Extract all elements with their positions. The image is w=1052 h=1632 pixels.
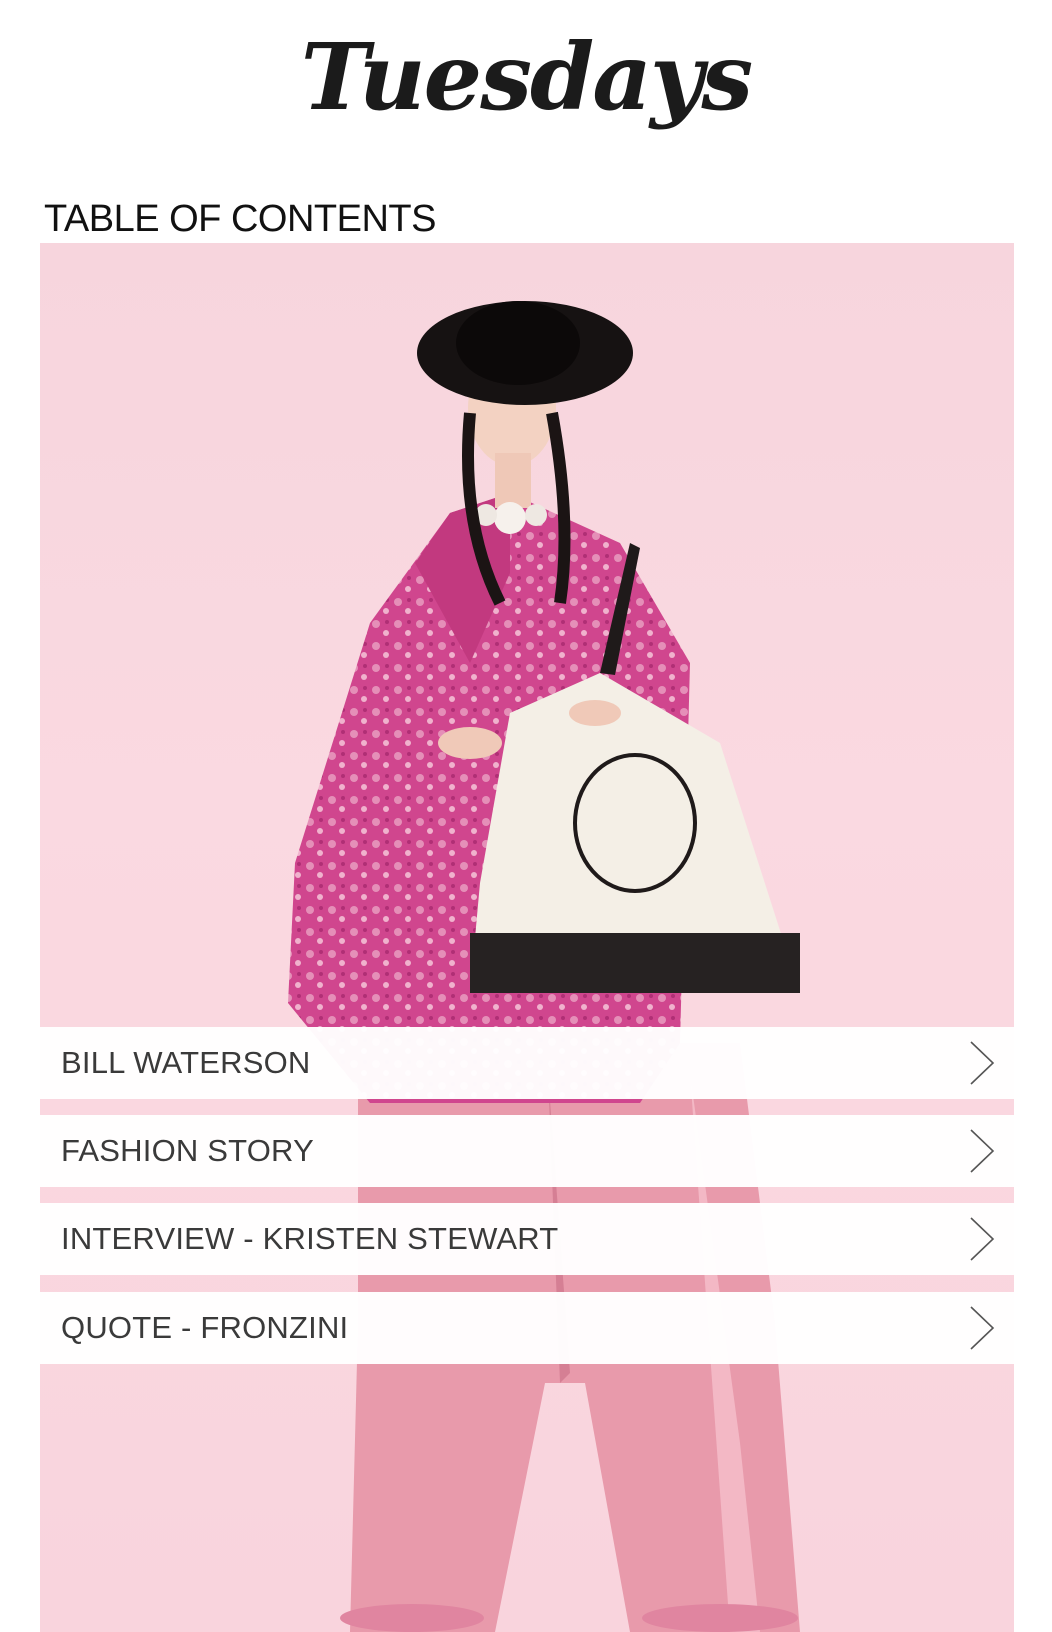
toc-heading: TABLE OF CONTENTS (44, 198, 436, 240)
toc-item-quote-fronzini[interactable]: QUOTE - FRONZINI (40, 1292, 1014, 1364)
toc-item-label: FASHION STORY (61, 1133, 314, 1168)
tuesdays-logo: Tuesdays (300, 23, 753, 131)
toc-item-fashion-story[interactable]: FASHION STORY (40, 1115, 1014, 1187)
chevron-right-icon (970, 1129, 995, 1173)
chevron-right-icon (970, 1041, 995, 1085)
toc-item-label: QUOTE - FRONZINI (61, 1310, 349, 1345)
chevron-right-icon (970, 1217, 995, 1261)
hero-fashion-photo (40, 243, 1014, 1632)
chevron-right-icon (970, 1306, 995, 1350)
toc-item-label: BILL WATERSON (61, 1045, 311, 1080)
toc-item-bill-waterson[interactable]: BILL WATERSON (40, 1027, 1014, 1099)
toc-item-interview-kristen-stewart[interactable]: INTERVIEW - KRISTEN STEWART (40, 1203, 1014, 1275)
toc-item-label: INTERVIEW - KRISTEN STEWART (61, 1221, 559, 1256)
